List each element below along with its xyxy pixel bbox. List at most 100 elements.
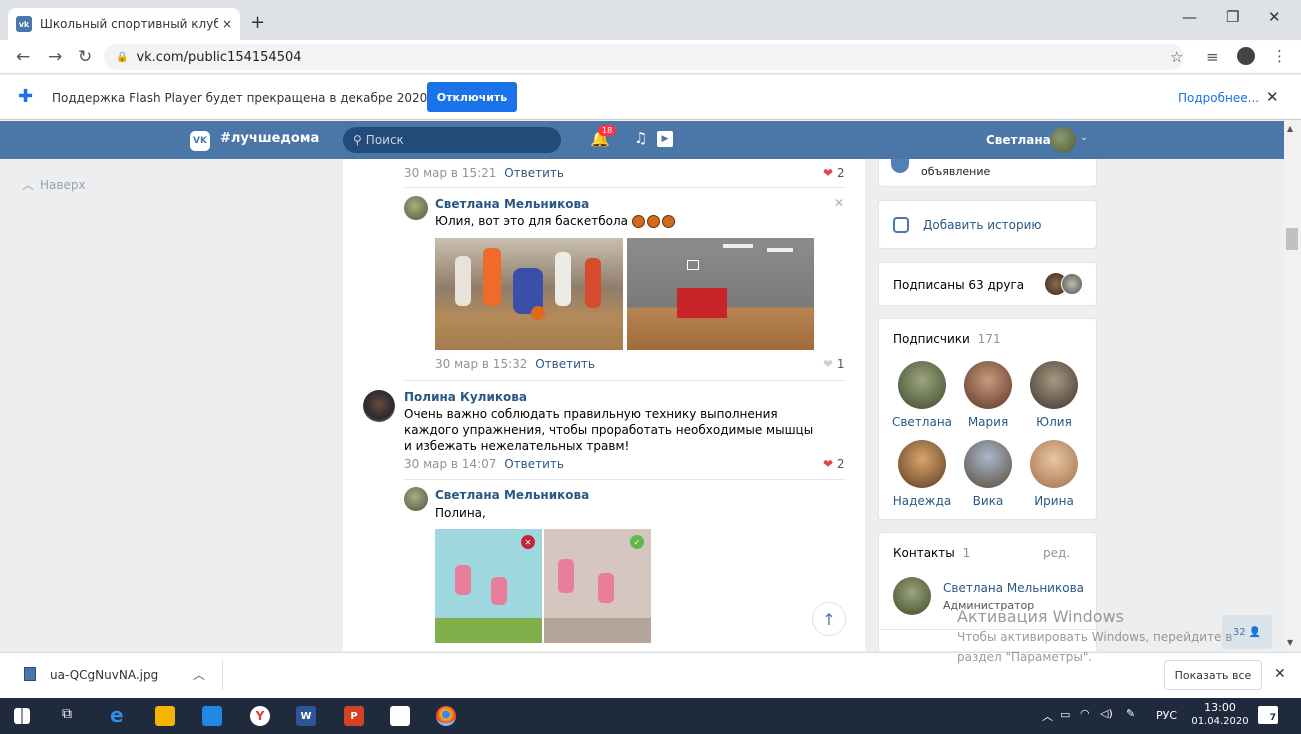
- vk-logo-icon[interactable]: VK: [190, 131, 210, 151]
- avatar[interactable]: [898, 440, 946, 488]
- music-icon[interactable]: ♫: [634, 129, 647, 147]
- vk-search-input[interactable]: ⚲ Поиск: [343, 127, 561, 153]
- play-icon[interactable]: ▶: [657, 131, 673, 147]
- chevron-up-icon: ︿: [22, 178, 35, 192]
- avatar[interactable]: [898, 361, 946, 409]
- subscriber-name[interactable]: Ирина: [1019, 494, 1089, 508]
- powerpoint-icon[interactable]: P: [344, 706, 364, 726]
- avatar[interactable]: [964, 361, 1012, 409]
- back-icon[interactable]: ←: [16, 47, 30, 67]
- tab-close-icon[interactable]: ×: [222, 17, 232, 31]
- contacts-header[interactable]: Контакты 1: [893, 546, 970, 560]
- download-filename[interactable]: ua-QCgNuvNA.jpg: [50, 668, 158, 682]
- task-view-icon[interactable]: ⧉: [62, 706, 72, 722]
- file-explorer-icon[interactable]: [155, 706, 175, 726]
- chrome-icon[interactable]: [436, 706, 456, 726]
- vk-favicon-icon: vk: [16, 16, 32, 32]
- file-icon: [24, 667, 36, 681]
- yandex-browser-icon[interactable]: Y: [250, 706, 270, 726]
- reply-link[interactable]: Ответить: [504, 166, 564, 180]
- forward-icon[interactable]: →: [48, 47, 62, 67]
- more-link[interactable]: Подробнее...: [1178, 91, 1259, 105]
- avatar[interactable]: [1050, 127, 1076, 153]
- disable-flash-button[interactable]: Отключить: [427, 82, 517, 112]
- menu-icon[interactable]: ⋮: [1272, 47, 1287, 65]
- show-all-button[interactable]: Показать все: [1164, 660, 1262, 690]
- squat-correct-photo[interactable]: ✓: [544, 529, 651, 643]
- avatar[interactable]: [363, 390, 395, 422]
- avatar[interactable]: [1030, 440, 1078, 488]
- address-bar[interactable]: 🔒 vk.com/public154154504: [104, 44, 1184, 70]
- like-button[interactable]: ❤ 2: [823, 166, 845, 180]
- chevron-down-icon[interactable]: ⌄: [1080, 132, 1088, 143]
- ad-card[interactable]: объявление: [878, 159, 1097, 187]
- subscriber-name[interactable]: Светлана: [887, 415, 957, 429]
- reading-list-icon[interactable]: ≡: [1206, 48, 1219, 66]
- volume-icon[interactable]: ◁): [1100, 707, 1113, 720]
- comment-author[interactable]: Полина Куликова: [404, 390, 527, 404]
- comment-meta: 30 мар в 15:21 Ответить: [404, 166, 564, 180]
- avatar[interactable]: [404, 196, 428, 220]
- pen-icon[interactable]: ✎: [1126, 707, 1135, 720]
- scroll-top-button[interactable]: ↑: [812, 602, 846, 636]
- close-icon[interactable]: ✕: [834, 196, 844, 210]
- vk-user-name[interactable]: Светлана: [986, 133, 1051, 147]
- squat-wrong-photo[interactable]: ✕: [435, 529, 542, 643]
- avatar[interactable]: [1030, 361, 1078, 409]
- download-bar-close-icon[interactable]: ✕: [1274, 666, 1286, 682]
- tray-chevron-icon[interactable]: ︿: [1042, 708, 1053, 724]
- minimize-button[interactable]: —: [1182, 8, 1197, 26]
- battery-icon[interactable]: ▭: [1060, 708, 1070, 721]
- like-button[interactable]: ❤ 1: [823, 357, 845, 371]
- add-story-label: Добавить историю: [923, 218, 1042, 232]
- basketball-photo-1[interactable]: [435, 238, 623, 350]
- subscriber-name[interactable]: Мария: [953, 415, 1023, 429]
- windows-start-icon[interactable]: [14, 708, 30, 724]
- language-indicator[interactable]: РУС: [1156, 709, 1177, 722]
- scrollbar-thumb[interactable]: [1286, 228, 1298, 250]
- notification-center-icon[interactable]: 7: [1258, 706, 1278, 724]
- window-close-button[interactable]: ✕: [1268, 8, 1281, 26]
- chevron-up-icon[interactable]: ︿: [193, 666, 205, 683]
- infobar-close-icon[interactable]: ✕: [1266, 88, 1279, 106]
- contacts-edit-link[interactable]: ред.: [1043, 546, 1070, 560]
- puzzle-icon: ✚: [18, 86, 34, 107]
- mail-icon[interactable]: [202, 706, 222, 726]
- restore-button[interactable]: ❐: [1226, 8, 1239, 26]
- scrollbar[interactable]: [1284, 121, 1301, 651]
- subscribers-header[interactable]: Подписчики 171: [893, 332, 1001, 346]
- new-tab-button[interactable]: +: [250, 12, 265, 33]
- notification-count: 7: [1269, 713, 1276, 723]
- like-button[interactable]: ❤ 2: [823, 457, 845, 471]
- basketball-photo-2[interactable]: [627, 238, 814, 350]
- clock-time[interactable]: 13:00: [1195, 701, 1245, 714]
- comment-author[interactable]: Светлана Мельникова: [435, 197, 589, 211]
- reply-link[interactable]: Ответить: [504, 457, 564, 471]
- word-icon[interactable]: W: [296, 706, 316, 726]
- subscriber-name[interactable]: Юлия: [1019, 415, 1089, 429]
- avatar[interactable]: [404, 487, 428, 511]
- avatar[interactable]: [893, 577, 931, 615]
- scroll-up-arrow-icon[interactable]: ▲: [1287, 124, 1293, 133]
- reply-link[interactable]: Ответить: [535, 357, 595, 371]
- scroll-up-button[interactable]: ︿ Наверх: [22, 176, 86, 193]
- contact-name[interactable]: Светлана Мельникова: [943, 581, 1084, 595]
- subscriber-name[interactable]: Надежда: [887, 494, 957, 508]
- profile-icon[interactable]: [1237, 47, 1255, 65]
- wifi-icon[interactable]: ◠: [1080, 707, 1090, 720]
- clock-date[interactable]: 01.04.2020: [1188, 716, 1252, 727]
- avatar[interactable]: [964, 440, 1012, 488]
- comment-author[interactable]: Светлана Мельникова: [435, 488, 589, 502]
- star-icon[interactable]: ☆: [1170, 48, 1183, 66]
- store-icon[interactable]: [390, 706, 410, 726]
- friends-subscribed-card[interactable]: Подписаны 63 друга: [878, 262, 1097, 306]
- edge-icon[interactable]: e: [110, 703, 124, 727]
- scroll-down-arrow-icon[interactable]: ▼: [1287, 638, 1293, 647]
- comment-date: 30 мар в 14:07: [404, 457, 497, 471]
- tab-title: Школьный спортивный клуб "Р: [40, 17, 218, 31]
- reload-icon[interactable]: ↻: [78, 47, 92, 67]
- browser-tab[interactable]: vk Школьный спортивный клуб "Р ×: [8, 8, 240, 40]
- subscriber-name[interactable]: Вика: [953, 494, 1023, 508]
- add-story-card[interactable]: Добавить историю: [878, 200, 1097, 249]
- vk-hashtag[interactable]: #лучшедома: [220, 131, 319, 146]
